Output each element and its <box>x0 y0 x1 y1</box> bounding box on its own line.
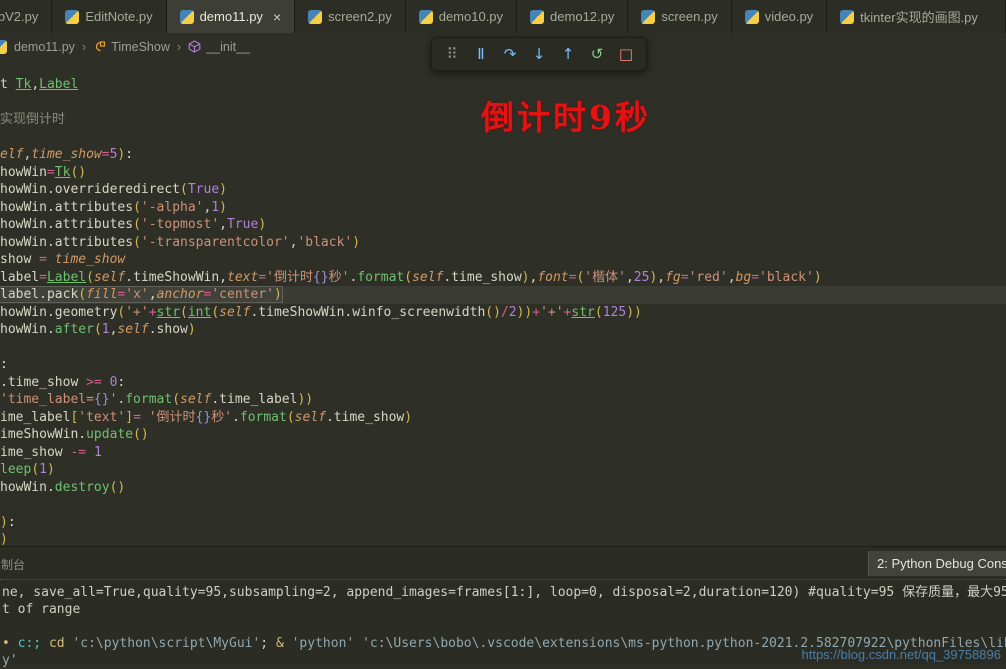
code-line: : <box>0 356 1006 374</box>
method-symbol-icon <box>188 40 201 53</box>
breadcrumb-separator-icon: › <box>82 39 86 54</box>
tab-video.py[interactable]: video.py <box>732 0 827 33</box>
code-line: leep(1) <box>0 461 1006 479</box>
python-file-icon <box>840 10 854 24</box>
console-picker-dropdown[interactable]: 2: Python Debug Console <box>868 551 1006 576</box>
breadcrumb-method[interactable]: __init__ <box>188 40 250 54</box>
breadcrumb-separator-icon: › <box>177 39 181 54</box>
step-out-button[interactable]: ↑ <box>555 41 581 67</box>
python-file-icon <box>65 10 79 24</box>
code-line: howWin.overrideredirect(True) <box>0 181 1006 199</box>
tab-tkinter实现的画图.py[interactable]: tkinter实现的画图.py <box>827 0 1006 33</box>
python-file-icon <box>308 10 322 24</box>
restart-button[interactable]: ↺ <box>584 41 610 67</box>
terminal-line: ne, save_all=True,quality=95,subsampling… <box>2 584 1006 601</box>
python-file-icon <box>641 10 655 24</box>
code-line: label.pack(fill='x',anchor='center') <box>0 286 1006 304</box>
breadcrumb-class-label: TimeShow <box>111 40 170 54</box>
code-line: ime_label['text']= '倒计时{}秒'.format(self.… <box>0 409 1006 427</box>
pause-button[interactable]: Ⅱ <box>468 41 494 67</box>
terminal-line <box>2 618 1006 635</box>
tab-demo11.py[interactable]: demo11.py × <box>167 0 296 33</box>
tab-label: screen.py <box>661 9 717 24</box>
code-line: howWin.attributes('-topmost',True) <box>0 216 1006 234</box>
code-line: show = time_show <box>0 251 1006 269</box>
code-line: .time_show >= 0: <box>0 374 1006 392</box>
tab-label: demo12.py <box>550 9 614 24</box>
breadcrumb-method-label: __init__ <box>206 40 250 54</box>
breadcrumb-class[interactable]: TimeShow <box>93 40 170 54</box>
tab-screen.py[interactable]: screen.py <box>628 0 731 33</box>
tab-demo12.py[interactable]: demo12.py <box>517 0 628 33</box>
code-line: howWin=Tk() <box>0 164 1006 182</box>
tab-label: screen2.py <box>328 9 392 24</box>
tab-lbV2.py[interactable]: lbV2.py <box>0 0 52 33</box>
step-over-button[interactable]: ↷ <box>497 41 523 67</box>
tab-label: tkinter实现的画图.py <box>860 7 978 26</box>
panel-separator <box>0 579 1006 580</box>
terminal-line: t of range <box>2 601 1006 618</box>
drag-handle-icon[interactable]: ⠿ <box>439 41 465 67</box>
tab-label: lbV2.py <box>0 9 38 24</box>
editor-tab-bar: lbV2.py EditNote.py demo11.py × screen2.py de… <box>0 0 1006 33</box>
code-line: 'time_label={}'.format(self.time_label)) <box>0 391 1006 409</box>
python-file-icon <box>180 10 194 24</box>
close-icon[interactable]: × <box>273 10 281 24</box>
code-editor[interactable]: t Tk,Label实现倒计时elf,time_show=5):howWin=T… <box>0 76 1006 549</box>
code-line: howWin.after(1,self.show) <box>0 321 1006 339</box>
python-file-icon <box>745 10 759 24</box>
tab-EditNote.py[interactable]: EditNote.py <box>52 0 166 33</box>
tab-label: EditNote.py <box>85 9 152 24</box>
code-line: howWin.geometry('+'+str(int(self.timeSho… <box>0 304 1006 322</box>
python-file-icon <box>419 10 433 24</box>
code-line: imeShowWin.update() <box>0 426 1006 444</box>
code-line: label=Label(self.timeShowWin,text='倒计时{}… <box>0 269 1006 287</box>
tab-label: demo10.py <box>439 9 503 24</box>
countdown-overlay-text: 倒计时9秒 <box>481 91 651 139</box>
tab-screen2.py[interactable]: screen2.py <box>295 0 406 33</box>
python-file-icon <box>530 10 544 24</box>
breadcrumb-file[interactable]: demo11.py <box>14 40 75 54</box>
code-line: howWin.destroy() <box>0 479 1006 497</box>
code-line <box>0 339 1006 357</box>
python-file-icon <box>0 40 7 54</box>
tab-label: video.py <box>765 9 813 24</box>
tab-demo10.py[interactable]: demo10.py <box>406 0 517 33</box>
code-line: howWin.attributes('-transparentcolor','b… <box>0 234 1006 252</box>
code-line: howWin.attributes('-alpha',1) <box>0 199 1006 217</box>
debug-toolbar: ⠿Ⅱ↷↓↑↺□ <box>431 37 647 71</box>
code-line: ): <box>0 514 1006 532</box>
class-symbol-icon <box>93 40 106 53</box>
code-line <box>0 496 1006 514</box>
step-into-button[interactable]: ↓ <box>526 41 552 67</box>
panel-tab-label: 制台 <box>1 556 25 573</box>
stop-button[interactable]: □ <box>613 41 639 67</box>
code-line: ime_show -= 1 <box>0 444 1006 462</box>
tab-label: demo11.py <box>200 9 263 24</box>
vscode-window: { "tabs": [ {"label": "lbV2.py"}, {"labe… <box>0 0 1006 664</box>
csdn-watermark: https://blog.csdn.net/qq_39758896 <box>802 647 1002 662</box>
code-line: elf,time_show=5): <box>0 146 1006 164</box>
